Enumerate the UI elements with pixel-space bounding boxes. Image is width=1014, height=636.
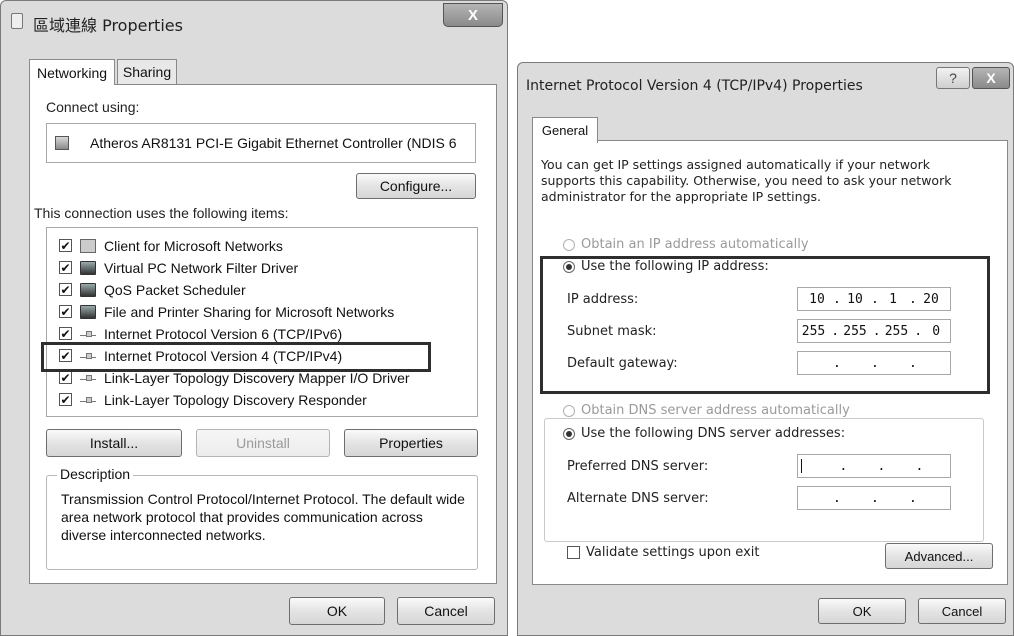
tab-general-label: General — [541, 123, 589, 138]
right-ok-label: OK — [852, 603, 872, 619]
properties-button[interactable]: Properties — [344, 429, 478, 457]
install-button-label: Install... — [89, 435, 139, 451]
item-checkbox[interactable]: ✔ — [59, 239, 72, 252]
close-icon: X — [467, 6, 478, 24]
uninstall-button-label: Uninstall — [236, 435, 290, 451]
protocol-icon — [80, 371, 96, 385]
advanced-button-label: Advanced... — [904, 548, 974, 564]
item-checkbox[interactable]: ✔ — [59, 305, 72, 318]
network-adapter-icon — [55, 136, 69, 150]
adapter-name: Atheros AR8131 PCI-E Gigabit Ethernet Co… — [90, 135, 457, 151]
local-area-connection-properties-dialog: 區域連線 Properties X Networking Sharing Con… — [0, 0, 508, 636]
dns-group-frame — [544, 418, 984, 542]
description-legend: Description — [57, 466, 134, 482]
description-text: Transmission Control Protocol/Internet P… — [61, 491, 465, 543]
list-item[interactable]: ✔ Virtual PC Network Filter Driver — [59, 258, 298, 277]
connection-items-list[interactable]: ✔ Client for Microsoft Networks ✔ Virtua… — [46, 227, 478, 417]
configure-button-label: Configure... — [379, 178, 453, 194]
tab-general[interactable]: General — [532, 117, 598, 143]
right-cancel-label: Cancel — [941, 603, 983, 619]
left-ok-label: OK — [326, 603, 348, 619]
obtain-dns-auto-option[interactable]: Obtain DNS server address automatically — [563, 403, 850, 418]
protocol-icon — [80, 393, 96, 407]
right-ok-button[interactable]: OK — [818, 598, 906, 624]
list-item[interactable]: ✔ QoS Packet Scheduler — [59, 280, 246, 299]
validate-checkbox[interactable] — [567, 546, 580, 559]
client-icon — [80, 238, 96, 253]
close-icon: X — [986, 70, 996, 86]
service-icon — [80, 282, 96, 297]
obtain-dns-radio[interactable] — [563, 404, 575, 417]
service-icon — [80, 260, 96, 275]
validate-option[interactable]: Validate settings upon exit — [567, 545, 759, 560]
tab-sharing-label: Sharing — [122, 64, 172, 80]
item-checkbox[interactable]: ✔ — [59, 283, 72, 296]
obtain-ip-radio[interactable] — [563, 238, 575, 251]
item-checkbox[interactable]: ✔ — [59, 393, 72, 406]
help-icon: ? — [949, 70, 957, 86]
advanced-button[interactable]: Advanced... — [885, 543, 993, 569]
intro-text: You can get IP settings assigned automat… — [541, 157, 952, 204]
obtain-ip-label: Obtain an IP address automatically — [581, 237, 809, 252]
service-icon — [80, 304, 96, 319]
obtain-ip-auto-option[interactable]: Obtain an IP address automatically — [563, 237, 809, 252]
protocol-icon — [80, 327, 96, 341]
item-label: QoS Packet Scheduler — [104, 281, 246, 298]
uninstall-button[interactable]: Uninstall — [196, 429, 330, 457]
left-cancel-button[interactable]: Cancel — [397, 597, 495, 625]
item-label: Client for Microsoft Networks — [104, 237, 283, 254]
items-label: This connection uses the following items… — [34, 205, 289, 221]
left-cancel-label: Cancel — [424, 603, 468, 619]
install-button[interactable]: Install... — [46, 429, 182, 457]
list-item[interactable]: ✔ File and Printer Sharing for Microsoft… — [59, 302, 394, 321]
item-checkbox[interactable]: ✔ — [59, 371, 72, 384]
validate-label: Validate settings upon exit — [586, 545, 760, 560]
obtain-dns-label: Obtain DNS server address automatically — [581, 403, 850, 418]
ip-settings-highlight-frame — [540, 256, 990, 394]
networking-tab-panel: Connect using: Atheros AR8131 PCI-E Giga… — [29, 84, 497, 584]
item-label: Link-Layer Topology Discovery Responder — [104, 391, 367, 408]
item-checkbox[interactable]: ✔ — [59, 261, 72, 274]
item-label: Virtual PC Network Filter Driver — [104, 259, 299, 276]
item-label: Internet Protocol Version 6 (TCP/IPv6) — [104, 325, 343, 342]
ipv4-highlight-frame — [41, 342, 431, 372]
left-close-button[interactable]: X — [443, 3, 503, 27]
item-label: File and Printer Sharing for Microsoft N… — [104, 303, 395, 320]
properties-button-label: Properties — [379, 435, 443, 451]
tab-networking[interactable]: Networking — [29, 59, 115, 85]
connect-using-label: Connect using: — [46, 99, 140, 115]
adapter-field: Atheros AR8131 PCI-E Gigabit Ethernet Co… — [46, 123, 476, 163]
configure-button[interactable]: Configure... — [356, 173, 476, 199]
list-item[interactable]: ✔ Internet Protocol Version 6 (TCP/IPv6) — [59, 324, 342, 343]
tab-sharing[interactable]: Sharing — [117, 59, 177, 84]
item-checkbox[interactable]: ✔ — [59, 327, 72, 340]
list-item[interactable]: ✔ Link-Layer Topology Discovery Responde… — [59, 390, 367, 409]
right-dialog-title: Internet Protocol Version 4 (TCP/IPv4) P… — [526, 78, 863, 94]
right-cancel-button[interactable]: Cancel — [918, 598, 1006, 624]
left-dialog-title: 區域連線 Properties — [33, 16, 183, 35]
network-connection-icon — [11, 13, 23, 29]
help-button[interactable]: ? — [936, 67, 970, 89]
left-ok-button[interactable]: OK — [289, 597, 385, 625]
right-close-button[interactable]: X — [972, 67, 1010, 89]
left-title-bar[interactable]: 區域連線 Properties X — [1, 1, 507, 41]
list-item[interactable]: ✔ Client for Microsoft Networks — [59, 236, 283, 255]
ipv4-properties-dialog: Internet Protocol Version 4 (TCP/IPv4) P… — [517, 62, 1014, 636]
description-group: Description Transmission Control Protoco… — [46, 466, 478, 570]
tab-networking-label: Networking — [36, 64, 108, 81]
